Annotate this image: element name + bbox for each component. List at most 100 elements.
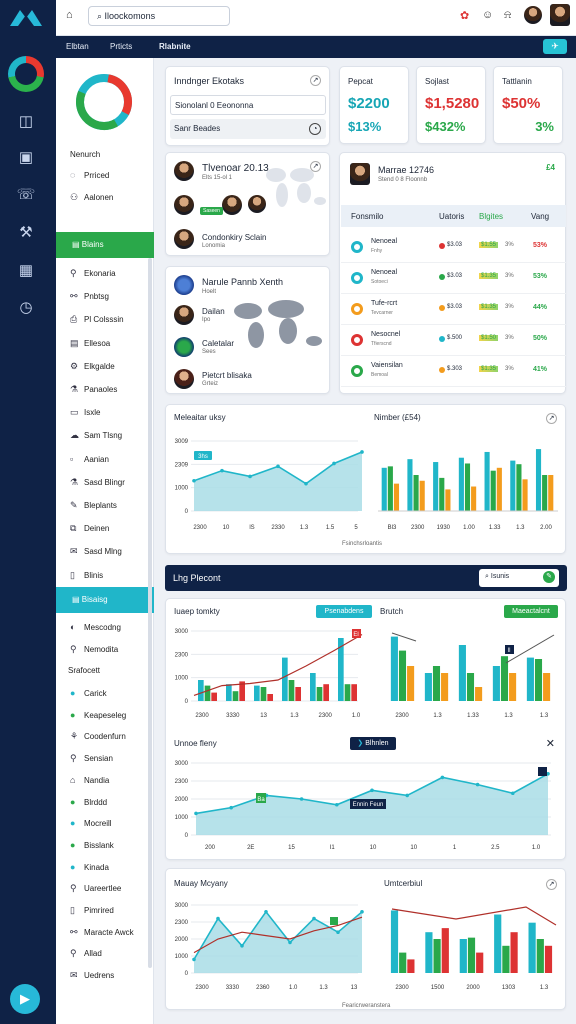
bar[interactable] xyxy=(528,922,536,973)
bar[interactable] xyxy=(390,910,399,973)
bar[interactable] xyxy=(407,459,413,511)
bar[interactable] xyxy=(399,952,407,973)
avatar[interactable] xyxy=(174,229,194,249)
sidebar-item[interactable]: ⚙ Elkgalde xyxy=(70,361,115,372)
bar[interactable] xyxy=(445,489,451,511)
bar[interactable] xyxy=(509,673,517,701)
bar[interactable] xyxy=(351,684,357,701)
bar[interactable] xyxy=(484,451,490,511)
sidebar-item[interactable]: ⚘ Coodenfurn xyxy=(70,731,126,742)
section-search-input[interactable]: ⌕ Isunis ✎ xyxy=(479,569,559,587)
data-point[interactable] xyxy=(216,916,220,921)
bar[interactable] xyxy=(433,939,441,973)
data-point[interactable] xyxy=(304,481,308,486)
sidebar-item[interactable]: ● Keapeseleg xyxy=(70,710,126,720)
data-point[interactable] xyxy=(276,464,280,469)
bar[interactable] xyxy=(516,464,522,511)
bar[interactable] xyxy=(536,939,544,973)
sidebar-item[interactable]: ● Blrddd xyxy=(70,797,107,807)
bar[interactable] xyxy=(425,932,433,973)
data-point[interactable] xyxy=(229,805,233,810)
bar[interactable] xyxy=(198,680,204,701)
bar[interactable] xyxy=(407,666,415,701)
bar[interactable] xyxy=(424,673,432,701)
sidebar-item[interactable]: ● Kinada xyxy=(70,862,109,872)
data-point[interactable] xyxy=(288,940,292,945)
data-point[interactable] xyxy=(264,910,268,914)
bar[interactable] xyxy=(441,928,449,973)
bar[interactable] xyxy=(254,685,260,701)
avatar[interactable] xyxy=(222,195,242,215)
column-header[interactable]: Vang xyxy=(531,212,549,221)
bar[interactable] xyxy=(393,483,400,511)
bar[interactable] xyxy=(510,932,518,973)
data-point[interactable] xyxy=(360,910,364,914)
nav-action-button[interactable]: ✈ xyxy=(543,39,567,54)
data-point[interactable] xyxy=(240,944,244,948)
sidebar-item[interactable]: ⚇ Aalonen xyxy=(70,192,113,203)
data-point[interactable] xyxy=(192,478,196,483)
kpi-card[interactable]: Sojlast $1,5280 $432% xyxy=(416,66,486,144)
home-icon[interactable]: ⌂ xyxy=(66,9,73,21)
close-icon[interactable]: ✕ xyxy=(546,737,555,750)
bar[interactable] xyxy=(288,680,295,701)
table-row[interactable]: Nesocnel Tfierscnd $.500 $1.50 3% 50% xyxy=(341,326,566,356)
expand-icon[interactable]: ↗ xyxy=(546,879,557,890)
play-button[interactable]: ▶ xyxy=(10,984,40,1014)
sidebar-item-selected[interactable]: ▤ Blains xyxy=(56,232,154,258)
report-action-button[interactable]: Maeactalcnt xyxy=(504,605,558,618)
sidebar-item[interactable]: ⚯ Maracte Awck xyxy=(70,927,134,938)
data-point[interactable] xyxy=(475,782,480,787)
data-point[interactable] xyxy=(511,791,515,796)
bar[interactable] xyxy=(323,684,329,701)
report-filter-button[interactable]: Psenabdens xyxy=(316,605,372,618)
table-row[interactable]: Nenoeal Sotoeci $3.03 $1.35 3% 53% xyxy=(341,264,566,294)
search-input[interactable]: ⌕ Iloockomons xyxy=(88,6,230,26)
avatar[interactable] xyxy=(174,337,194,357)
data-point[interactable] xyxy=(336,930,340,934)
bell-icon[interactable]: ⍾ xyxy=(504,9,511,22)
sidebar-item[interactable]: ✎ Bleplants xyxy=(70,500,117,511)
nav-item-3[interactable]: Rlabnite xyxy=(159,42,191,51)
bar[interactable] xyxy=(492,666,500,701)
data-point[interactable] xyxy=(335,802,339,807)
bar[interactable] xyxy=(282,657,288,701)
expand-icon[interactable]: ↗ xyxy=(310,75,321,86)
sidebar-item[interactable]: ⧉ Deinen xyxy=(70,523,109,534)
bar[interactable] xyxy=(432,666,441,701)
avatar[interactable] xyxy=(174,369,194,389)
globe-icon[interactable] xyxy=(174,275,194,295)
phone-icon[interactable]: ☏ xyxy=(15,184,37,206)
column-header[interactable]: Fonsmilo xyxy=(351,212,383,221)
avatar[interactable] xyxy=(350,163,370,185)
profile-avatar[interactable] xyxy=(550,4,570,26)
kpi-card[interactable]: Pepcat $2200 $13% xyxy=(339,66,409,144)
bar[interactable] xyxy=(260,687,267,701)
bar[interactable] xyxy=(544,945,553,973)
edit-icon[interactable]: ✎ xyxy=(543,571,555,583)
bar[interactable] xyxy=(476,952,484,973)
sidebar-item[interactable]: ⌂ Nandia xyxy=(70,775,109,785)
sidebar-item[interactable]: ⚲ Nemodita xyxy=(70,644,118,655)
expand-icon[interactable]: ↗ xyxy=(310,161,321,172)
sidebar-item[interactable]: ⚲ Uareertlee xyxy=(70,883,121,894)
bar[interactable] xyxy=(471,486,477,511)
expand-icon[interactable]: ↗ xyxy=(546,413,557,424)
smiley-icon[interactable]: ☺ xyxy=(482,9,493,21)
bar[interactable] xyxy=(344,684,351,701)
wrench-icon[interactable]: ⚒ xyxy=(15,222,37,244)
avatar[interactable] xyxy=(174,195,194,215)
bar[interactable] xyxy=(459,939,467,973)
bar[interactable] xyxy=(295,687,301,701)
bar[interactable] xyxy=(458,457,464,511)
nav-item-1[interactable]: Elbtan xyxy=(66,42,89,51)
table-row[interactable]: Tufe-rcrt Tevcarner $3.03 $1.35 3% 44% xyxy=(341,295,566,325)
sidebar-item[interactable]: ⚲ Sensian xyxy=(70,753,113,764)
sidebar-item[interactable]: ● Bisslank xyxy=(70,840,114,850)
grid-icon[interactable]: ▦ xyxy=(15,260,37,282)
bar[interactable] xyxy=(543,673,551,701)
data-point[interactable] xyxy=(192,957,196,962)
bar[interactable] xyxy=(381,467,387,511)
sidebar-item[interactable]: ◐ Mescodng xyxy=(70,622,121,632)
bar[interactable] xyxy=(226,684,232,701)
